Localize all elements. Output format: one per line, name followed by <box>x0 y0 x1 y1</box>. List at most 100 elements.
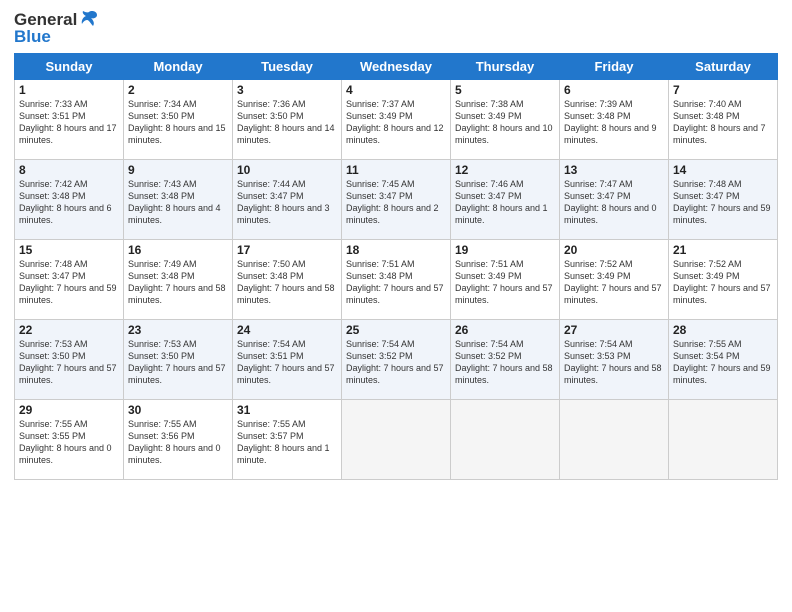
cell-info: Sunrise: 7:37 AMSunset: 3:49 PMDaylight:… <box>346 98 446 147</box>
calendar-cell <box>451 400 560 480</box>
calendar-cell: 10Sunrise: 7:44 AMSunset: 3:47 PMDayligh… <box>233 160 342 240</box>
logo-bird-icon <box>79 10 99 28</box>
cell-info: Sunrise: 7:55 AMSunset: 3:56 PMDaylight:… <box>128 418 228 467</box>
cell-info: Sunrise: 7:53 AMSunset: 3:50 PMDaylight:… <box>19 338 119 387</box>
calendar-cell: 26Sunrise: 7:54 AMSunset: 3:52 PMDayligh… <box>451 320 560 400</box>
calendar-cell: 20Sunrise: 7:52 AMSunset: 3:49 PMDayligh… <box>560 240 669 320</box>
calendar-cell: 16Sunrise: 7:49 AMSunset: 3:48 PMDayligh… <box>124 240 233 320</box>
calendar-cell: 15Sunrise: 7:48 AMSunset: 3:47 PMDayligh… <box>15 240 124 320</box>
day-number: 6 <box>564 83 664 97</box>
day-number: 31 <box>237 403 337 417</box>
calendar-week-2: 8Sunrise: 7:42 AMSunset: 3:48 PMDaylight… <box>15 160 778 240</box>
day-number: 1 <box>19 83 119 97</box>
calendar-table: SundayMondayTuesdayWednesdayThursdayFrid… <box>14 53 778 480</box>
cell-info: Sunrise: 7:36 AMSunset: 3:50 PMDaylight:… <box>237 98 337 147</box>
day-number: 20 <box>564 243 664 257</box>
logo-blue-text: Blue <box>14 27 51 47</box>
day-number: 5 <box>455 83 555 97</box>
cell-info: Sunrise: 7:33 AMSunset: 3:51 PMDaylight:… <box>19 98 119 147</box>
day-number: 22 <box>19 323 119 337</box>
calendar-cell: 23Sunrise: 7:53 AMSunset: 3:50 PMDayligh… <box>124 320 233 400</box>
calendar-week-3: 15Sunrise: 7:48 AMSunset: 3:47 PMDayligh… <box>15 240 778 320</box>
cell-info: Sunrise: 7:54 AMSunset: 3:53 PMDaylight:… <box>564 338 664 387</box>
calendar-cell: 29Sunrise: 7:55 AMSunset: 3:55 PMDayligh… <box>15 400 124 480</box>
cell-info: Sunrise: 7:43 AMSunset: 3:48 PMDaylight:… <box>128 178 228 227</box>
day-number: 17 <box>237 243 337 257</box>
cell-info: Sunrise: 7:55 AMSunset: 3:54 PMDaylight:… <box>673 338 773 387</box>
cell-info: Sunrise: 7:45 AMSunset: 3:47 PMDaylight:… <box>346 178 446 227</box>
cell-info: Sunrise: 7:51 AMSunset: 3:49 PMDaylight:… <box>455 258 555 307</box>
calendar-cell: 24Sunrise: 7:54 AMSunset: 3:51 PMDayligh… <box>233 320 342 400</box>
calendar-cell <box>560 400 669 480</box>
weekday-header-friday: Friday <box>560 54 669 80</box>
cell-info: Sunrise: 7:38 AMSunset: 3:49 PMDaylight:… <box>455 98 555 147</box>
day-number: 25 <box>346 323 446 337</box>
cell-info: Sunrise: 7:55 AMSunset: 3:57 PMDaylight:… <box>237 418 337 467</box>
calendar-cell: 30Sunrise: 7:55 AMSunset: 3:56 PMDayligh… <box>124 400 233 480</box>
calendar-cell: 4Sunrise: 7:37 AMSunset: 3:49 PMDaylight… <box>342 80 451 160</box>
calendar-cell: 28Sunrise: 7:55 AMSunset: 3:54 PMDayligh… <box>669 320 778 400</box>
cell-info: Sunrise: 7:55 AMSunset: 3:55 PMDaylight:… <box>19 418 119 467</box>
cell-info: Sunrise: 7:40 AMSunset: 3:48 PMDaylight:… <box>673 98 773 147</box>
cell-info: Sunrise: 7:44 AMSunset: 3:47 PMDaylight:… <box>237 178 337 227</box>
day-number: 27 <box>564 323 664 337</box>
day-number: 18 <box>346 243 446 257</box>
day-number: 2 <box>128 83 228 97</box>
cell-info: Sunrise: 7:42 AMSunset: 3:48 PMDaylight:… <box>19 178 119 227</box>
cell-info: Sunrise: 7:54 AMSunset: 3:51 PMDaylight:… <box>237 338 337 387</box>
calendar-cell: 12Sunrise: 7:46 AMSunset: 3:47 PMDayligh… <box>451 160 560 240</box>
calendar-cell: 2Sunrise: 7:34 AMSunset: 3:50 PMDaylight… <box>124 80 233 160</box>
weekday-header-monday: Monday <box>124 54 233 80</box>
weekday-header-row: SundayMondayTuesdayWednesdayThursdayFrid… <box>15 54 778 80</box>
day-number: 23 <box>128 323 228 337</box>
weekday-header-sunday: Sunday <box>15 54 124 80</box>
day-number: 21 <box>673 243 773 257</box>
calendar-cell: 3Sunrise: 7:36 AMSunset: 3:50 PMDaylight… <box>233 80 342 160</box>
cell-info: Sunrise: 7:47 AMSunset: 3:47 PMDaylight:… <box>564 178 664 227</box>
cell-info: Sunrise: 7:53 AMSunset: 3:50 PMDaylight:… <box>128 338 228 387</box>
cell-info: Sunrise: 7:46 AMSunset: 3:47 PMDaylight:… <box>455 178 555 227</box>
cell-info: Sunrise: 7:39 AMSunset: 3:48 PMDaylight:… <box>564 98 664 147</box>
calendar-cell: 8Sunrise: 7:42 AMSunset: 3:48 PMDaylight… <box>15 160 124 240</box>
cell-info: Sunrise: 7:51 AMSunset: 3:48 PMDaylight:… <box>346 258 446 307</box>
header: General Blue <box>14 10 778 47</box>
calendar-cell: 19Sunrise: 7:51 AMSunset: 3:49 PMDayligh… <box>451 240 560 320</box>
cell-info: Sunrise: 7:34 AMSunset: 3:50 PMDaylight:… <box>128 98 228 147</box>
weekday-header-thursday: Thursday <box>451 54 560 80</box>
calendar-cell: 7Sunrise: 7:40 AMSunset: 3:48 PMDaylight… <box>669 80 778 160</box>
calendar-cell: 18Sunrise: 7:51 AMSunset: 3:48 PMDayligh… <box>342 240 451 320</box>
weekday-header-saturday: Saturday <box>669 54 778 80</box>
logo: General Blue <box>14 10 99 47</box>
weekday-header-tuesday: Tuesday <box>233 54 342 80</box>
day-number: 8 <box>19 163 119 177</box>
day-number: 13 <box>564 163 664 177</box>
calendar-cell: 9Sunrise: 7:43 AMSunset: 3:48 PMDaylight… <box>124 160 233 240</box>
cell-info: Sunrise: 7:52 AMSunset: 3:49 PMDaylight:… <box>673 258 773 307</box>
day-number: 24 <box>237 323 337 337</box>
calendar-cell <box>669 400 778 480</box>
calendar-week-5: 29Sunrise: 7:55 AMSunset: 3:55 PMDayligh… <box>15 400 778 480</box>
day-number: 10 <box>237 163 337 177</box>
cell-info: Sunrise: 7:54 AMSunset: 3:52 PMDaylight:… <box>346 338 446 387</box>
calendar-cell: 13Sunrise: 7:47 AMSunset: 3:47 PMDayligh… <box>560 160 669 240</box>
day-number: 9 <box>128 163 228 177</box>
weekday-header-wednesday: Wednesday <box>342 54 451 80</box>
page-container: General Blue SundayMondayTuesdayWednesda… <box>0 0 792 488</box>
day-number: 19 <box>455 243 555 257</box>
day-number: 26 <box>455 323 555 337</box>
cell-info: Sunrise: 7:50 AMSunset: 3:48 PMDaylight:… <box>237 258 337 307</box>
calendar-cell: 14Sunrise: 7:48 AMSunset: 3:47 PMDayligh… <box>669 160 778 240</box>
cell-info: Sunrise: 7:52 AMSunset: 3:49 PMDaylight:… <box>564 258 664 307</box>
day-number: 28 <box>673 323 773 337</box>
calendar-cell: 21Sunrise: 7:52 AMSunset: 3:49 PMDayligh… <box>669 240 778 320</box>
calendar-cell: 11Sunrise: 7:45 AMSunset: 3:47 PMDayligh… <box>342 160 451 240</box>
day-number: 30 <box>128 403 228 417</box>
calendar-cell: 6Sunrise: 7:39 AMSunset: 3:48 PMDaylight… <box>560 80 669 160</box>
day-number: 11 <box>346 163 446 177</box>
calendar-cell: 25Sunrise: 7:54 AMSunset: 3:52 PMDayligh… <box>342 320 451 400</box>
cell-info: Sunrise: 7:54 AMSunset: 3:52 PMDaylight:… <box>455 338 555 387</box>
cell-info: Sunrise: 7:48 AMSunset: 3:47 PMDaylight:… <box>19 258 119 307</box>
calendar-week-1: 1Sunrise: 7:33 AMSunset: 3:51 PMDaylight… <box>15 80 778 160</box>
calendar-cell: 17Sunrise: 7:50 AMSunset: 3:48 PMDayligh… <box>233 240 342 320</box>
cell-info: Sunrise: 7:48 AMSunset: 3:47 PMDaylight:… <box>673 178 773 227</box>
